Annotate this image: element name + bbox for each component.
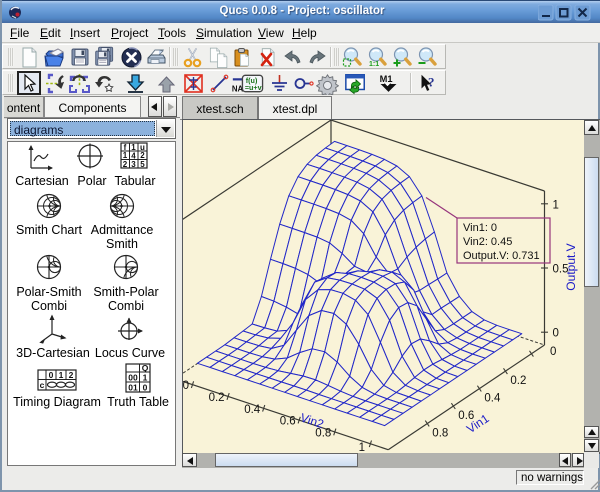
svg-text:0.8: 0.8 (432, 428, 448, 440)
svg-text:0: 0 (553, 328, 559, 340)
svg-text:0: 0 (49, 370, 54, 380)
svg-text:0.2: 0.2 (209, 392, 225, 404)
svg-text:01: 01 (128, 383, 138, 393)
svg-text:M1: M1 (380, 74, 393, 84)
svg-text:Vin1: 0: Vin1: 0 (463, 222, 497, 234)
svg-text:2: 2 (140, 151, 145, 160)
svg-text:c: c (40, 380, 45, 390)
svg-text:3: 3 (131, 160, 136, 169)
svg-text:?: ? (428, 76, 434, 90)
svg-text:Vin2: Vin2 (299, 410, 326, 431)
svg-text:1:1: 1:1 (369, 61, 379, 68)
svg-text:1: 1 (143, 373, 148, 383)
svg-text:0.2: 0.2 (510, 375, 526, 387)
svg-text:Output.V: 0.731: Output.V: 0.731 (463, 250, 540, 262)
svg-text:00: 00 (128, 373, 138, 383)
svg-text:Vin2: 0.45: Vin2: 0.45 (463, 236, 512, 248)
svg-text:=u+v: =u+v (245, 84, 262, 92)
svg-text:2: 2 (123, 160, 128, 169)
svg-text:0: 0 (550, 346, 556, 358)
svg-text:Q: Q (142, 363, 149, 373)
svg-text:1: 1 (123, 151, 128, 160)
svg-text:1: 1 (59, 370, 64, 380)
svg-text:0: 0 (143, 383, 148, 393)
svg-text:5: 5 (140, 160, 145, 169)
svg-text:0: 0 (183, 380, 189, 392)
svg-text:Output.V: Output.V (564, 243, 578, 290)
svg-text:0.4: 0.4 (244, 404, 261, 416)
svg-text:0.4: 0.4 (484, 393, 501, 405)
svg-text:1: 1 (359, 442, 365, 453)
svg-text:2: 2 (69, 370, 74, 380)
svg-text:1: 1 (553, 199, 559, 211)
svg-text:0.6: 0.6 (280, 416, 296, 428)
